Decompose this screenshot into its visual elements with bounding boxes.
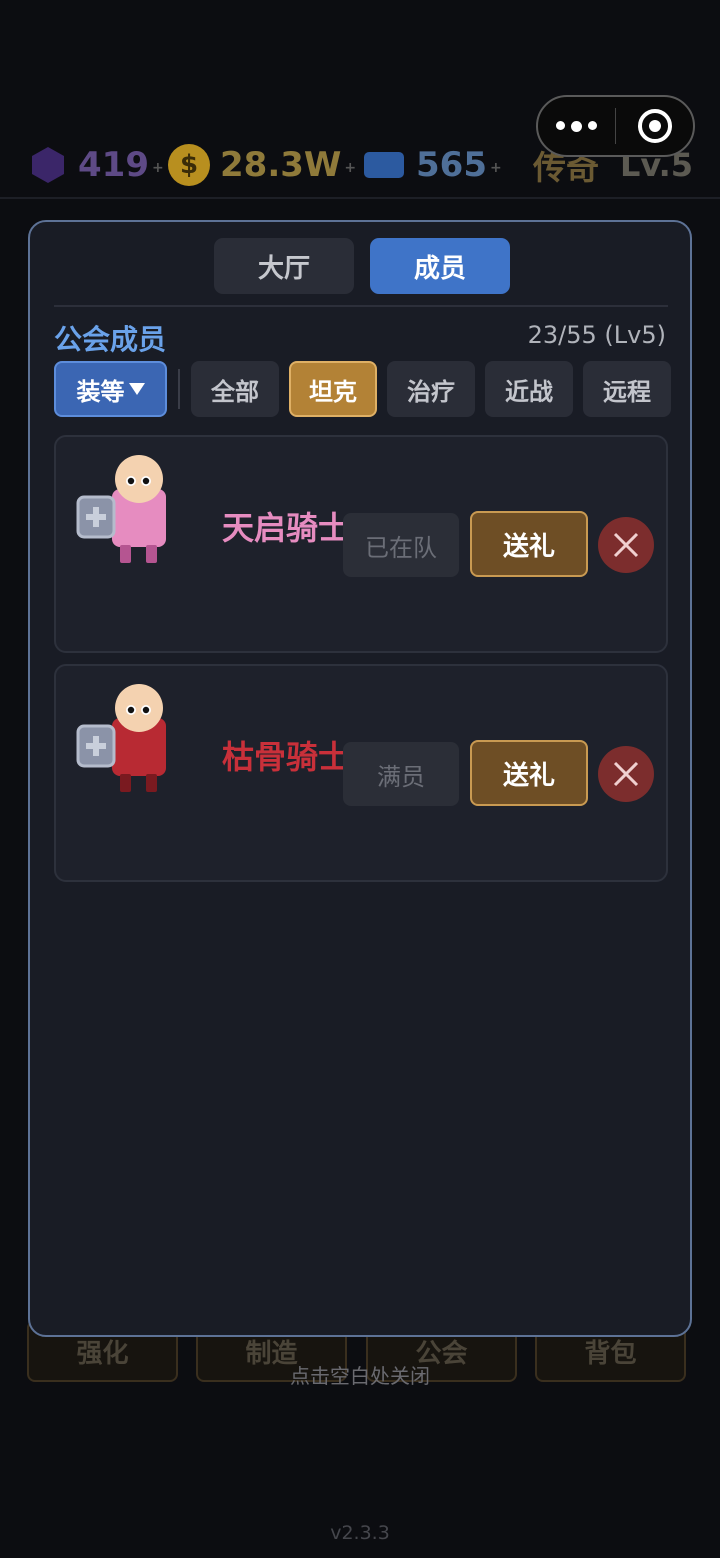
filter-all[interactable]: 全部: [191, 361, 279, 417]
member-card: 枯骨骑士 满员 送礼: [54, 664, 668, 882]
gem-icon: [32, 147, 64, 183]
version-label: v2.3.3: [330, 1522, 390, 1544]
gem-counter[interactable]: 419 +: [28, 140, 164, 190]
modal-tabs: 大厅 成员: [214, 238, 510, 294]
close-icon: [613, 761, 639, 787]
member-count: 23/55 (Lv5): [527, 321, 666, 349]
in-team-button: 已在队: [343, 513, 459, 577]
gift-button[interactable]: 送礼: [470, 511, 588, 577]
gem-plus[interactable]: +: [152, 160, 164, 176]
gold-counter[interactable]: $ 28.3W +: [168, 140, 356, 190]
remove-member-button[interactable]: [598, 517, 654, 573]
more-menu-icon[interactable]: [538, 120, 615, 132]
gem-value: 419: [78, 145, 149, 185]
chevron-down-icon: [128, 383, 145, 395]
remove-member-button[interactable]: [598, 746, 654, 802]
member-card: 天启骑士 已在队 送礼: [54, 435, 668, 653]
tab-divider: [54, 305, 668, 307]
sort-label: 装等: [76, 377, 125, 406]
close-hint[interactable]: 点击空白处关闭: [0, 1360, 720, 1389]
filter-tank[interactable]: 坦克: [289, 361, 377, 417]
top-divider: [0, 197, 720, 199]
ticket-plus[interactable]: +: [490, 160, 502, 176]
filter-bar: 装等 全部 坦克 治疗 近战 远程: [54, 361, 671, 417]
filter-melee[interactable]: 近战: [485, 361, 573, 417]
ticket-value: 565: [416, 145, 487, 185]
gold-value: 28.3W: [220, 145, 342, 185]
filter-healer[interactable]: 治疗: [387, 361, 475, 417]
tab-members[interactable]: 成员: [370, 238, 510, 294]
coin-icon: $: [168, 144, 210, 186]
ticket-icon: [364, 152, 404, 178]
ticket-counter[interactable]: 565 +: [364, 140, 502, 190]
tab-hall[interactable]: 大厅: [214, 238, 354, 294]
guild-modal: 大厅 成员 公会成员 23/55 (Lv5) 装等 全部 坦克 治疗 近战 远程…: [28, 220, 692, 1337]
gift-button[interactable]: 送礼: [470, 740, 588, 806]
sort-dropdown[interactable]: 装等: [54, 361, 167, 417]
section-title: 公会成员: [54, 323, 167, 356]
tank-character-icon: [76, 684, 166, 792]
filter-divider: [178, 369, 180, 409]
close-miniprogram-icon[interactable]: [616, 109, 693, 143]
filter-ranged[interactable]: 远程: [583, 361, 671, 417]
close-icon: [613, 532, 639, 558]
miniprogram-capsule: [536, 95, 695, 157]
tank-character-icon: [76, 455, 166, 563]
full-team-button: 满员: [343, 742, 459, 806]
gold-plus[interactable]: +: [344, 160, 356, 176]
